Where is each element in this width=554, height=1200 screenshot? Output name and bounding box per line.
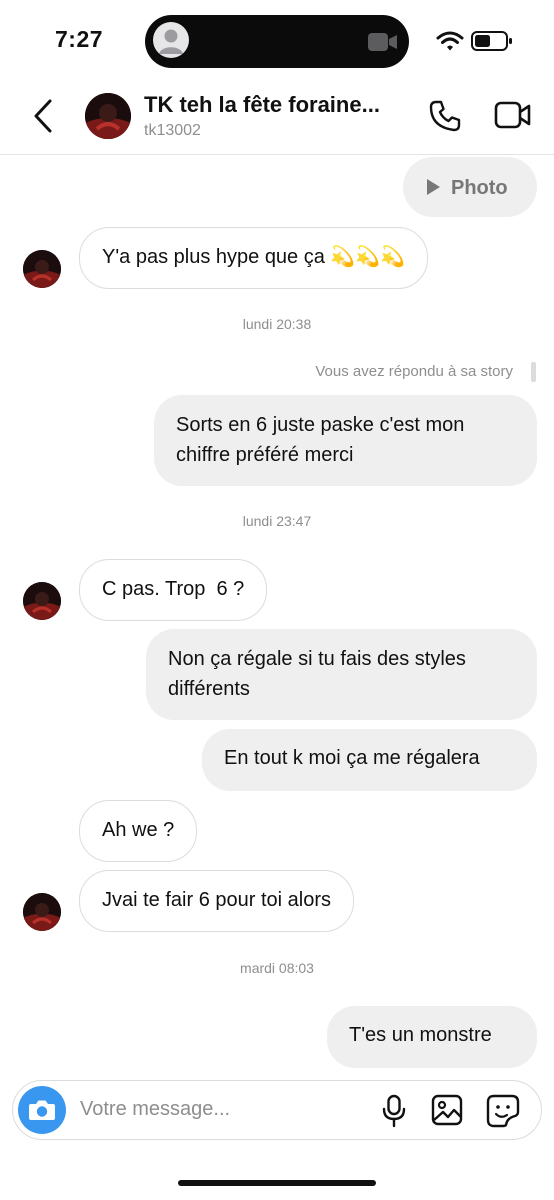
contact-avatar[interactable] xyxy=(85,93,131,139)
message-line: chiffre préféré merci xyxy=(176,444,354,466)
incoming-message[interactable]: Ah we ? xyxy=(79,800,198,862)
outgoing-message[interactable]: Non ça régale si tu fais des styles diff… xyxy=(146,629,537,720)
header-divider xyxy=(0,154,554,155)
gallery-icon[interactable] xyxy=(431,1094,463,1126)
conversation-title[interactable]: TK teh la fête foraine... xyxy=(144,92,380,118)
sender-avatar[interactable] xyxy=(23,893,61,931)
camera-icon xyxy=(29,1100,55,1120)
phone-icon[interactable] xyxy=(428,99,462,133)
message-line: Sorts en 6 juste paske c'est mon xyxy=(176,414,465,436)
outgoing-message[interactable]: En tout k moi ça me régalera xyxy=(202,729,537,791)
message-input[interactable] xyxy=(80,1093,360,1125)
play-icon xyxy=(427,179,440,195)
story-reply-bar xyxy=(531,362,536,382)
back-chevron-icon[interactable] xyxy=(32,98,54,134)
sender-avatar[interactable] xyxy=(23,250,61,288)
incoming-message[interactable]: C pas. Trop 6 ? xyxy=(79,559,268,621)
home-indicator[interactable] xyxy=(178,1180,376,1186)
conversation-username[interactable]: tk13002 xyxy=(144,122,201,140)
island-video-icon xyxy=(368,33,397,51)
sender-avatar[interactable] xyxy=(23,582,61,620)
sticker-icon[interactable] xyxy=(486,1094,520,1128)
outgoing-message[interactable]: Sorts en 6 juste paske c'est mon chiffre… xyxy=(154,395,537,486)
message-line: différents xyxy=(168,678,250,700)
story-reply-note: Vous avez répondu à sa story xyxy=(315,363,513,380)
incoming-message[interactable]: Jvai te fair 6 pour toi alors xyxy=(79,870,354,932)
incoming-message[interactable]: Y'a pas plus hype que ça 💫💫💫 xyxy=(79,227,429,289)
timestamp-separator: lundi 23:47 xyxy=(242,513,312,529)
timestamp-separator: mardi 08:03 xyxy=(240,960,314,976)
microphone-icon[interactable] xyxy=(381,1094,407,1128)
wifi-icon xyxy=(436,31,464,51)
island-avatar-icon xyxy=(153,22,189,58)
timestamp-separator: lundi 20:38 xyxy=(242,316,312,332)
photo-label: Photo xyxy=(451,177,508,199)
battery-icon xyxy=(471,31,512,51)
video-camera-icon[interactable] xyxy=(494,100,532,130)
status-time: 7:27 xyxy=(55,26,104,52)
outgoing-message[interactable]: T'es un monstre xyxy=(327,1006,537,1068)
photo-message[interactable]: Photo xyxy=(403,157,537,217)
message-line: Non ça régale si tu fais des styles xyxy=(168,648,466,670)
camera-button[interactable] xyxy=(18,1086,66,1134)
